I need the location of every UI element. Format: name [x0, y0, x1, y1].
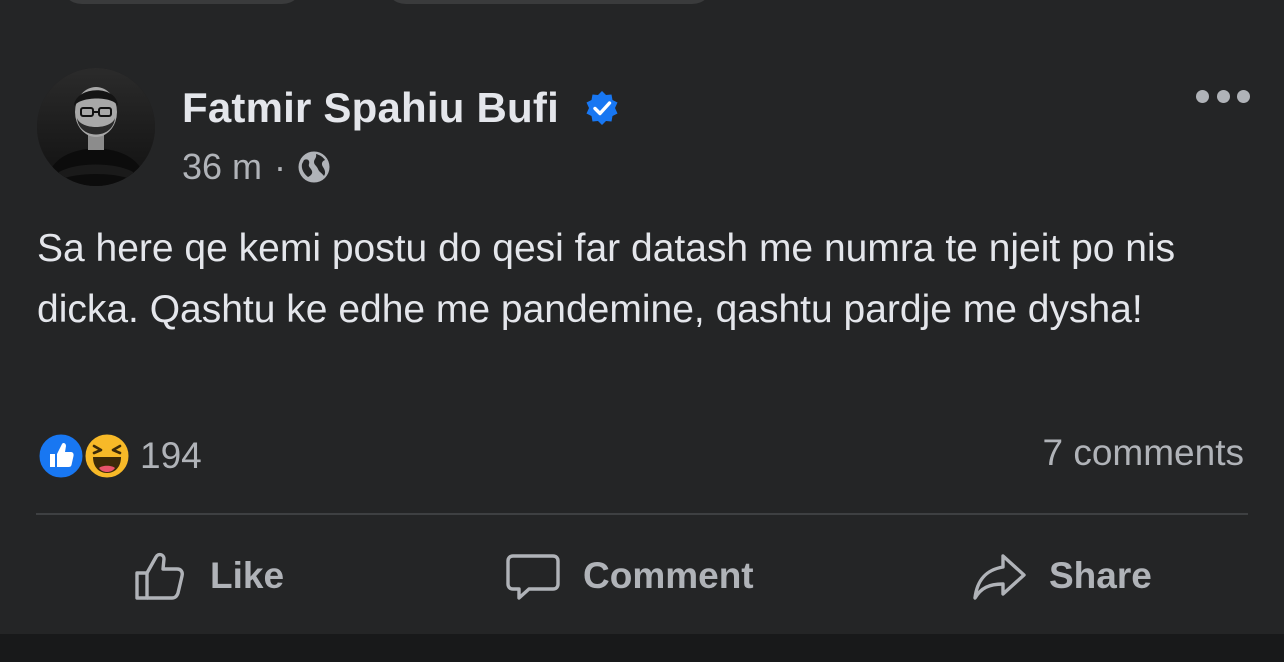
globe-icon[interactable] — [296, 149, 332, 185]
like-button[interactable]: Like — [132, 540, 284, 612]
thumbs-up-icon — [135, 552, 184, 600]
like-label: Like — [210, 555, 285, 596]
author-name[interactable]: Fatmir Spahiu Bufi — [182, 84, 559, 132]
feed-separator — [0, 634, 1284, 662]
haha-reaction-icon — [82, 431, 132, 481]
share-button[interactable]: Share — [971, 540, 1152, 612]
comment-bubble-icon — [506, 554, 560, 600]
comment-button[interactable]: Comment — [505, 540, 754, 612]
post-timestamp[interactable]: 36 m — [182, 146, 262, 188]
more-dot-icon — [1196, 89, 1209, 103]
author-avatar[interactable] — [37, 68, 155, 186]
post-actions-bar: Like Comment Share — [0, 540, 1284, 612]
more-options-button[interactable] — [1196, 84, 1250, 108]
actions-divider — [36, 513, 1248, 515]
share-arrow-icon — [973, 554, 1026, 600]
reaction-count: 194 — [140, 435, 202, 476]
facebook-post-screen: Fatmir Spahiu Bufi 36 m · Sa here qe kem… — [0, 0, 1284, 662]
verified-badge-icon — [586, 91, 618, 125]
comment-label: Comment — [583, 555, 754, 596]
more-dot-icon — [1216, 89, 1230, 103]
post-card: Fatmir Spahiu Bufi 36 m · Sa here qe kem… — [0, 0, 1284, 634]
share-label: Share — [1049, 555, 1152, 596]
like-reaction-icon — [36, 431, 86, 481]
reactions-summary[interactable]: 194 — [36, 429, 202, 483]
comments-count-link[interactable]: 7 comments — [1042, 432, 1244, 474]
post-text: Sa here qe kemi postu do qesi far datash… — [37, 227, 1176, 331]
more-dot-icon — [1237, 89, 1250, 103]
meta-separator: · — [274, 146, 287, 187]
avatar-photo — [37, 68, 155, 186]
post-meta: 36 m · — [182, 146, 332, 188]
